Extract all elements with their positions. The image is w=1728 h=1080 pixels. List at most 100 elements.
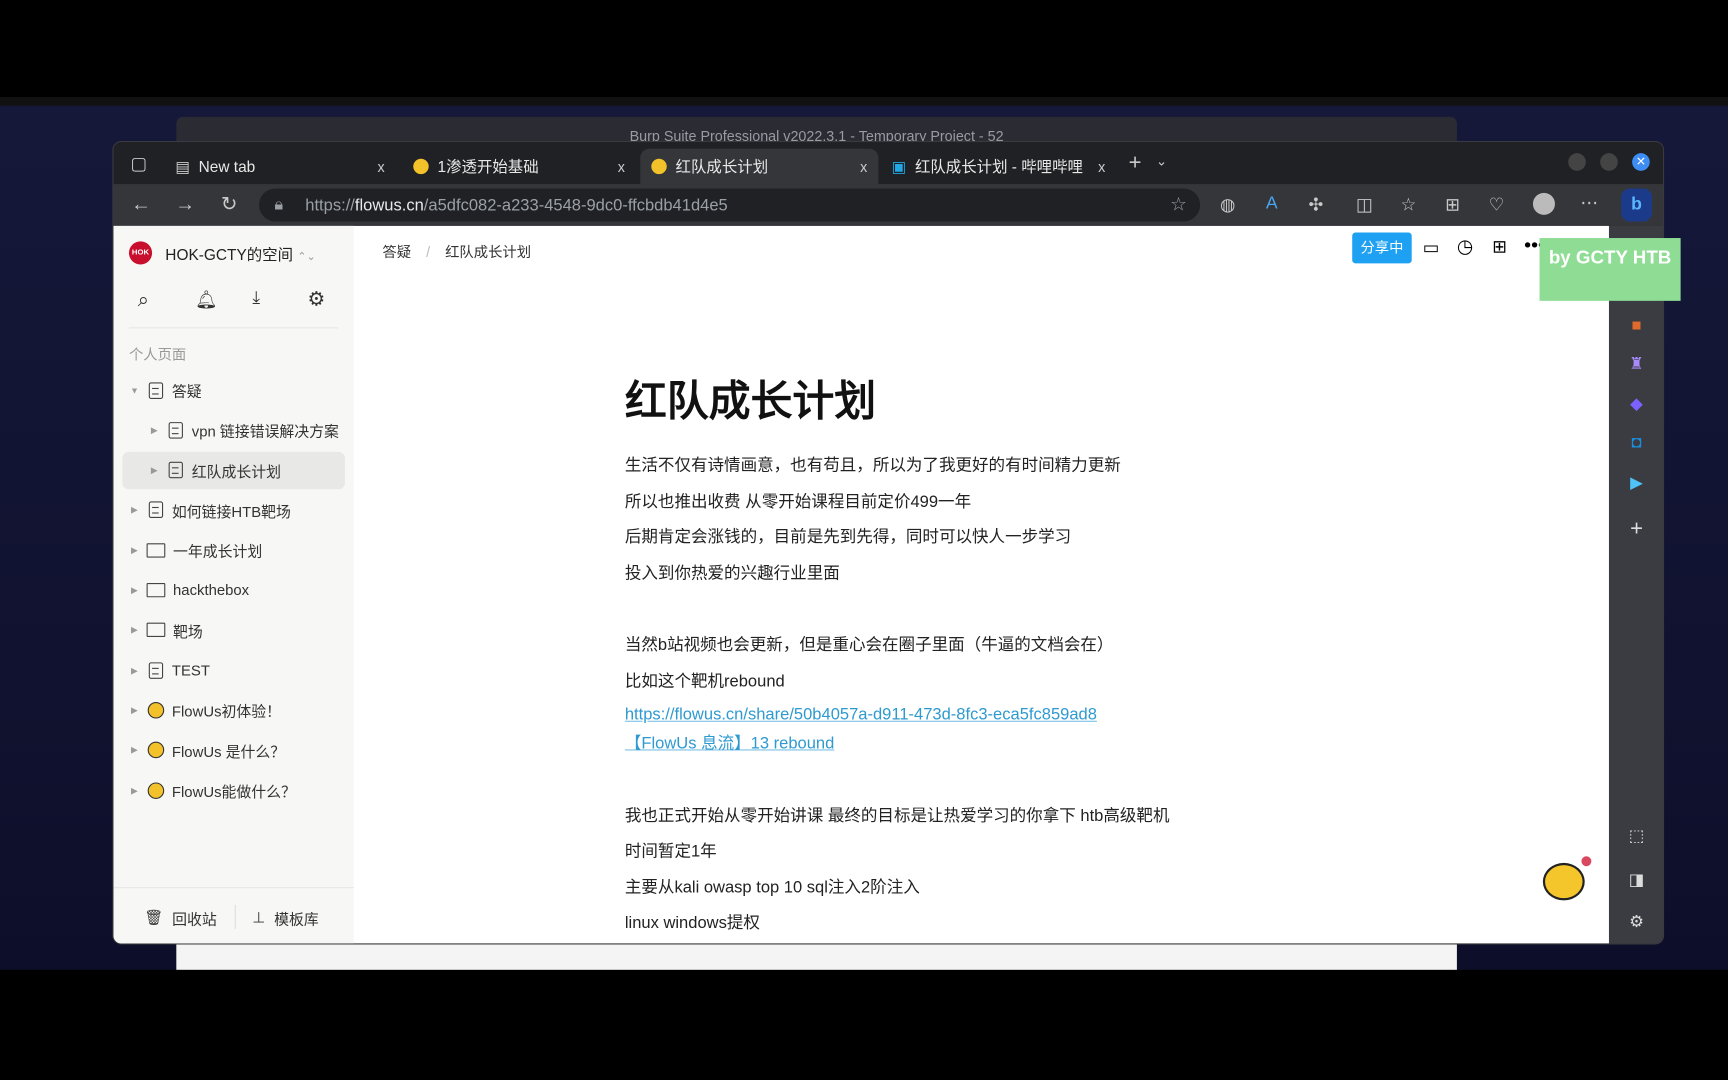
sidebar-item[interactable]: ▶ 靶场 [114, 611, 354, 648]
url-input[interactable]: 🔒︎ https://flowus.cn/a5dfc082-a233-4548-… [258, 188, 1201, 222]
doc-area: 答疑 / 红队成长计划 分享中 ▭ ◷ ⊞ ••• 红队成长计划 生活不仅有诗情… [354, 226, 1609, 943]
chevron-updown-icon: ⌃⌄ [297, 251, 316, 264]
sidebar-item[interactable]: ▶ FlowUs能做什么？ [114, 771, 354, 808]
sidebar-item-label: 靶场 [173, 623, 203, 641]
screenshot-icon[interactable]: ⬚ [1624, 825, 1648, 849]
bookmark-add-icon[interactable]: ⊞ [1492, 236, 1507, 258]
add-icon[interactable]: + [1624, 517, 1648, 541]
breadcrumb-item[interactable]: 红队成长计划 [445, 244, 531, 261]
office-icon[interactable]: ◆ [1624, 393, 1648, 417]
outlook-icon[interactable]: ◘ [1624, 433, 1648, 457]
games-icon[interactable]: ♜ [1624, 354, 1648, 378]
tab-active[interactable]: 红队成长计划 x [640, 148, 879, 185]
templates-button[interactable]: ⊥ 模板库 [252, 907, 318, 929]
tab-label: 红队成长计划 [675, 157, 769, 176]
extensions-icon[interactable]: ✣ [1304, 194, 1328, 216]
caret-right-icon[interactable]: ▶ [127, 585, 142, 595]
sidebar-item[interactable]: ▶ 红队成长计划 [122, 451, 345, 489]
sidebar-item[interactable]: ▶ 一年成长计划 [114, 531, 354, 568]
close-tab-icon[interactable]: x [1098, 158, 1105, 175]
gear-icon[interactable]: ⚙ [307, 288, 325, 311]
tab-new-tab[interactable]: ▤ New tab x [164, 149, 395, 184]
caret-right-icon[interactable]: ▶ [127, 745, 142, 755]
share-button[interactable]: 分享中 [1352, 232, 1412, 264]
forward-icon[interactable]: → [173, 193, 197, 216]
sidebar-item-label: 一年成长计划 [173, 543, 263, 561]
caret-right-icon[interactable]: ▶ [127, 785, 142, 795]
caret-right-icon[interactable]: ▶ [127, 625, 142, 635]
close-tab-icon[interactable]: x [377, 158, 384, 175]
close-tab-icon[interactable]: x [618, 158, 625, 175]
bing-icon[interactable]: b [1621, 188, 1652, 222]
paragraph: 当然b站视频也会更新，但是重心会在圈子里面（牛逼的文档会在） [624, 635, 1114, 655]
flowus-link[interactable]: 【FlowUs 息流】13 rebound [625, 731, 834, 754]
translate-icon[interactable]: A [1260, 194, 1284, 214]
help-mascot-button[interactable] [1542, 862, 1585, 901]
comment-icon[interactable]: ▭ [1423, 237, 1440, 259]
sidebar-toggle-icon[interactable]: ▢ [127, 153, 151, 175]
share-link[interactable]: https://flowus.cn/share/50b4057a-d911-47… [625, 705, 1097, 724]
tab-menu-icon[interactable]: ⌄ [1149, 153, 1173, 168]
caret-down-icon[interactable]: ▼ [127, 385, 142, 395]
trash-button[interactable]: 🗑︎ 回收站 [144, 907, 216, 929]
breadcrumb-item[interactable]: 答疑 [382, 244, 411, 261]
paragraph: 主要从kali owasp top 10 sql注入2阶注入 [624, 878, 920, 898]
send-icon[interactable]: ▶ [1624, 473, 1648, 497]
trash-icon: 🗑︎ [144, 909, 164, 926]
caret-right-icon[interactable]: ▶ [127, 505, 142, 515]
more-icon[interactable]: ⋯ [1577, 192, 1601, 214]
flowus-page: HOK HOK-GCTY的空间 ⌃⌄ ⌕ 🔔︎ ⤓ ⚙ 个人页面 ▼ 答疑 ▶ vpn… [113, 225, 1609, 944]
caret-right-icon[interactable]: ▶ [127, 545, 142, 555]
tab-bilibili[interactable]: ▣ 红队成长计划 - 哔哩哔哩 x [881, 149, 1117, 184]
caret-right-icon[interactable]: ▶ [147, 425, 162, 435]
folder-icon [146, 582, 166, 598]
globe-p-icon[interactable]: ◍ [1216, 194, 1240, 216]
sidebar-item[interactable]: ▼ 答疑 [114, 371, 354, 408]
profile-avatar[interactable] [1532, 192, 1555, 215]
search-icon[interactable]: ⌕ [138, 289, 149, 312]
breadcrumb: 答疑 / 红队成长计划 [382, 240, 531, 261]
sidebar-item[interactable]: ▶ FlowUs初体验！ [114, 691, 354, 728]
sidebar-item-label: FlowUs能做什么？ [171, 783, 296, 801]
sidebar-item[interactable]: ▶ vpn 链接错误解决方案 [114, 411, 354, 448]
flowus-favicon [413, 158, 429, 175]
new-tab-button[interactable]: + [1123, 151, 1147, 176]
page-icon [168, 461, 183, 479]
templates-label: 模板库 [274, 911, 319, 928]
sidebar-item-label: 如何链接HTB靶场 [171, 503, 291, 521]
bell-icon[interactable]: 🔔︎ [195, 289, 217, 311]
close-tab-icon[interactable]: x [860, 158, 867, 175]
sidebar-item-label: 红队成长计划 [191, 463, 282, 481]
caret-right-icon[interactable]: ▶ [127, 705, 142, 715]
sidebar-item[interactable]: ▶ FlowUs 是什么？ [114, 731, 354, 768]
favorite-star-icon[interactable]: ☆ [1170, 194, 1187, 216]
tools-icon[interactable]: ■ [1624, 316, 1648, 340]
sidebar-item[interactable]: ▶ TEST [114, 651, 354, 688]
collections-icon[interactable]: ⊞ [1440, 194, 1464, 216]
refresh-icon[interactable]: ↻ [217, 193, 241, 216]
caret-right-icon[interactable]: ▶ [127, 665, 142, 675]
performance-icon[interactable]: ♡ [1484, 194, 1508, 216]
workspace-switcher[interactable]: HOK-GCTY的空间 ⌃⌄ [165, 244, 315, 266]
sidebar-item[interactable]: ▶ 如何链接HTB靶场 [114, 491, 354, 528]
address-bar-row: ← → ↻ 🔒︎ https://flowus.cn/a5dfc082-a233… [113, 184, 1663, 226]
tab-1[interactable]: 1渗透开始基础 x [402, 149, 636, 184]
paragraph: 比如这个靶机rebound [624, 672, 785, 691]
split-screen-icon[interactable]: ◫ [1352, 194, 1376, 216]
sidebar-panel-icon[interactable]: ◨ [1624, 870, 1648, 894]
divider [113, 887, 354, 889]
favorites-icon[interactable]: ☆ [1396, 194, 1420, 216]
gear-icon[interactable]: ⚙ [1624, 911, 1648, 935]
tab-label: New tab [198, 157, 256, 176]
back-icon[interactable]: ← [129, 193, 153, 216]
sidebar-item[interactable]: ▶ hackthebox [114, 571, 354, 608]
history-clock-icon[interactable]: ◷ [1457, 236, 1473, 258]
close-window-button[interactable]: ✕ [1632, 153, 1650, 171]
maximize-button[interactable] [1600, 153, 1618, 171]
minimize-button[interactable] [1568, 153, 1586, 171]
download-icon[interactable]: ⤓ [252, 289, 260, 309]
url-path: /a5dfc082-a233-4548-9dc0-ffcbdb41d4e5 [423, 195, 728, 215]
page-icon [168, 421, 183, 439]
page-title: 红队成长计划 [624, 379, 877, 426]
caret-right-icon[interactable]: ▶ [147, 465, 162, 475]
